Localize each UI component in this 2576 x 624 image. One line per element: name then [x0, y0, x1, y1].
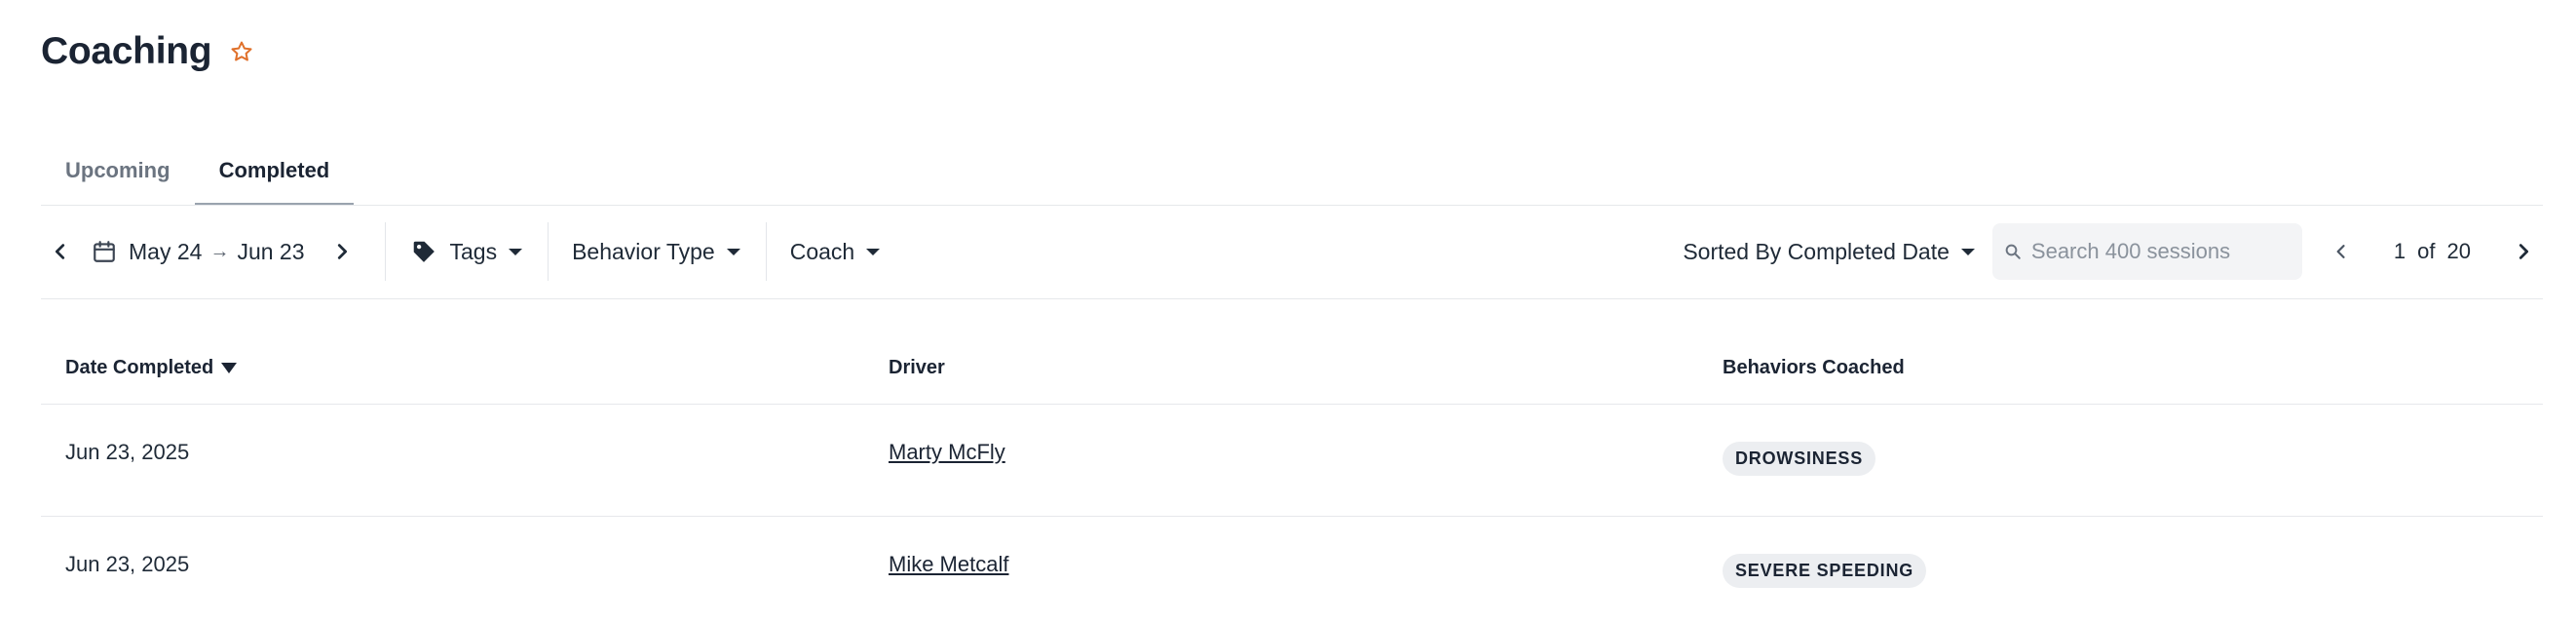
date-range-picker[interactable]: May 24 → Jun 23 [92, 239, 305, 265]
search-icon [2004, 243, 2022, 260]
chevron-left-icon [2336, 245, 2345, 258]
table-header: Date Completed Driver Behaviors Coached [41, 332, 2543, 405]
coach-filter[interactable]: Coach [789, 238, 881, 265]
search-input[interactable] [2030, 239, 2285, 264]
previous-page-button[interactable] [2322, 232, 2361, 271]
toolbar: May 24 → Jun 23 Tags Behavior Type Coach [41, 219, 2543, 284]
sessions-table: Date Completed Driver Behaviors Coached … [41, 332, 2543, 624]
total-pages: 20 [2446, 239, 2471, 263]
pagination: 1 of 20 [2322, 232, 2543, 271]
tab-completed[interactable]: Completed [194, 136, 355, 206]
driver-link[interactable]: Mike Metcalf [889, 552, 1008, 577]
star-icon[interactable] [227, 37, 256, 66]
title-row: Coaching [41, 27, 256, 76]
column-header-label: Date Completed [65, 356, 214, 378]
next-range-button[interactable] [322, 232, 361, 271]
toolbar-divider [41, 298, 2543, 299]
sort-label: Sorted By Completed Date [1683, 238, 1950, 264]
behavior-badge: SEVERE SPEEDING [1723, 554, 1927, 588]
column-header-driver: Driver [889, 356, 945, 378]
toolbar-separator [384, 222, 386, 281]
caret-down-icon [726, 248, 740, 255]
coaching-page: Coaching Upcoming Completed May 24 → Jun… [0, 0, 2576, 624]
chevron-right-icon [2519, 244, 2529, 259]
toolbar-separator [548, 222, 549, 281]
tags-filter[interactable]: Tags [411, 239, 523, 265]
behavior-type-filter-label: Behavior Type [572, 238, 715, 264]
search-box [1991, 223, 2302, 280]
previous-range-button[interactable] [41, 232, 80, 271]
caret-down-icon [509, 248, 523, 255]
arrow-right-icon: → [209, 240, 230, 262]
table-row[interactable]: Jun 23, 2025 Mike Metcalf SEVERE SPEEDIN… [41, 517, 2543, 624]
tab-upcoming[interactable]: Upcoming [41, 136, 195, 205]
tab-bar: Upcoming Completed [41, 136, 355, 206]
date-range-start: May 24 [129, 238, 203, 264]
chevron-right-icon [337, 244, 347, 259]
next-page-button[interactable] [2504, 232, 2543, 271]
toolbar-separator [765, 222, 767, 281]
current-page: 1 [2393, 239, 2406, 263]
behavior-badge: DROWSINESS [1723, 442, 1876, 476]
tabs-divider [41, 205, 2543, 206]
sort-descending-icon[interactable] [221, 362, 238, 373]
column-header-behaviors-coached: Behaviors Coached [1723, 356, 1905, 378]
tag-icon [411, 239, 436, 264]
calendar-icon [92, 239, 117, 264]
date-range-end: Jun 23 [237, 238, 305, 264]
behavior-type-filter[interactable]: Behavior Type [572, 239, 740, 265]
caret-down-icon [866, 248, 881, 255]
page-indicator: 1 of 20 [2394, 239, 2471, 264]
date-completed-cell: Jun 23, 2025 [65, 440, 190, 464]
date-completed-cell: Jun 23, 2025 [65, 552, 190, 576]
caret-down-icon [1960, 248, 1975, 255]
chevron-left-icon [55, 244, 65, 259]
driver-link[interactable]: Marty McFly [889, 440, 1005, 465]
page-of-label: of [2417, 239, 2436, 263]
coach-filter-label: Coach [789, 238, 855, 264]
table-row[interactable]: Jun 23, 2025 Marty McFly DROWSINESS [41, 405, 2543, 517]
sort-dropdown[interactable]: Sorted By Completed Date [1683, 239, 1975, 265]
page-title: Coaching [41, 30, 212, 72]
column-header-date-completed[interactable]: Date Completed [65, 356, 238, 379]
tags-filter-label: Tags [449, 238, 498, 264]
